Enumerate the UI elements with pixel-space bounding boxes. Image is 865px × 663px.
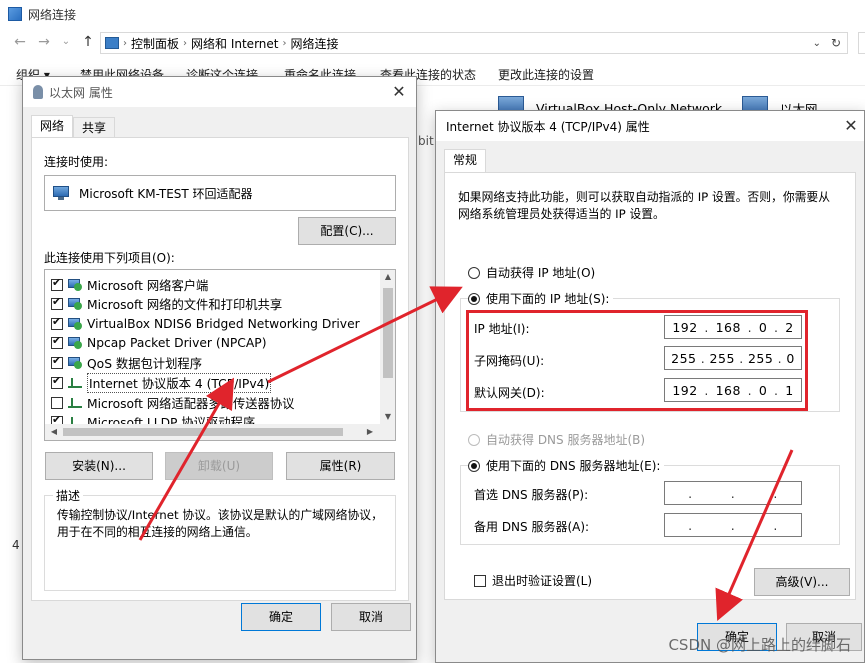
annotation-arrow-to-ip [267,286,463,384]
annotation-overlay [138,286,794,621]
annotation-arrow-to-ipv4 [138,377,235,541]
annotation-arrow-to-ok [715,449,794,621]
watermark: CSDN @网上路上的绊脚石 [668,636,851,654]
